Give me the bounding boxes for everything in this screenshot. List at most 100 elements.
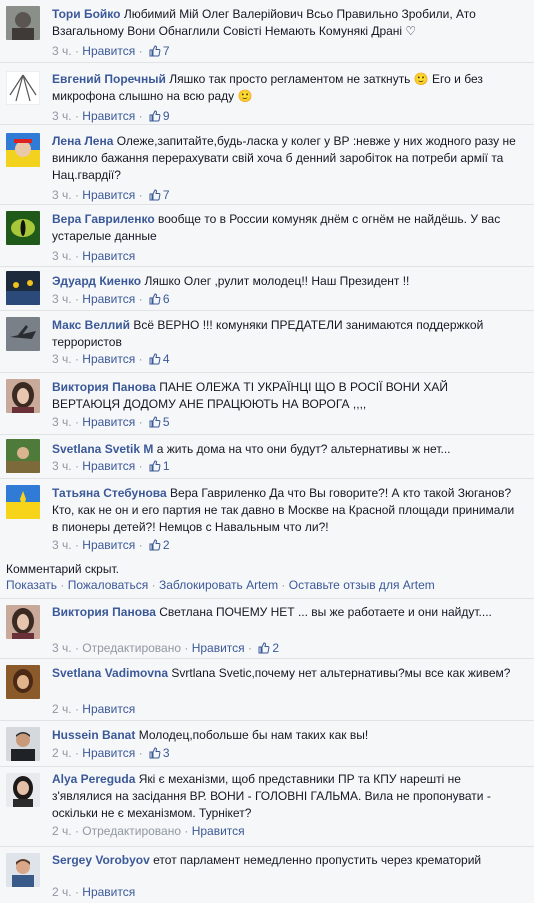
avatar[interactable]	[6, 71, 40, 105]
feedback-link[interactable]: Оставьте отзыв для Artem	[289, 578, 435, 592]
comment-item: Лена Лена Олеже,запитайте,будь-ласка у к…	[0, 124, 534, 204]
meta-separator: ·	[74, 352, 79, 366]
thumbs-up-icon	[149, 45, 161, 57]
report-link[interactable]: Пожаловаться	[68, 578, 149, 592]
thumbs-up-icon	[149, 539, 161, 551]
like-count[interactable]: 4	[163, 352, 170, 366]
avatar[interactable]	[6, 853, 40, 887]
avatar[interactable]	[6, 727, 40, 761]
meta-separator: ·	[74, 702, 79, 716]
comment-author[interactable]: Виктория Панова	[52, 605, 156, 619]
show-hidden-link[interactable]: Показать	[6, 578, 57, 592]
comment-author[interactable]: Alya Pereguda	[52, 772, 135, 786]
like-count[interactable]: 1	[163, 459, 170, 473]
like-button[interactable]: Нравится	[82, 188, 135, 202]
comment-time[interactable]: 3 ч.	[52, 188, 72, 202]
avatar[interactable]	[6, 271, 40, 305]
comment-time[interactable]: 2 ч.	[52, 885, 72, 899]
hidden-comment-actions: Показать · Пожаловаться · Заблокировать …	[6, 578, 435, 592]
like-button[interactable]: Нравится	[82, 885, 135, 899]
meta-separator: ·	[74, 415, 79, 429]
meta-separator: ·	[138, 538, 143, 552]
like-count[interactable]: 5	[163, 415, 170, 429]
comment-meta: 2 ч. · Отредактировано · Нравится	[52, 824, 245, 838]
comment-time[interactable]: 2 ч.	[52, 746, 72, 760]
comment-text: Олеже,запитайте,будь-ласка у колег у ВР …	[52, 134, 516, 182]
comment-author[interactable]: Вера Гавриленко	[52, 212, 155, 226]
comment-author[interactable]: Макс Веллий	[52, 318, 130, 332]
like-count[interactable]: 2	[163, 538, 170, 552]
edited-label[interactable]: Отредактировано	[82, 824, 181, 838]
comment-item: Вера Гавриленко вообще то в России комун…	[0, 204, 534, 266]
like-button[interactable]: Нравится	[82, 415, 135, 429]
comment-meta: 3 ч. · Нравится · 6	[52, 292, 170, 306]
comment-author[interactable]: Тори Бойко	[52, 7, 120, 21]
avatar[interactable]	[6, 485, 40, 519]
avatar[interactable]	[6, 379, 40, 413]
like-count[interactable]: 9	[163, 109, 170, 123]
like-button[interactable]: Нравится	[82, 459, 135, 473]
meta-separator: ·	[74, 44, 79, 58]
like-button[interactable]: Нравится	[192, 824, 245, 838]
like-count[interactable]: 7	[163, 44, 170, 58]
avatar[interactable]	[6, 6, 40, 40]
comment-author[interactable]: Татьяна Стебунова	[52, 486, 167, 500]
comment-time[interactable]: 3 ч.	[52, 249, 72, 263]
comment-time[interactable]: 3 ч.	[52, 641, 72, 655]
like-button[interactable]: Нравится	[82, 44, 135, 58]
like-count[interactable]: 6	[163, 292, 170, 306]
block-user-link[interactable]: Заблокировать Artem	[159, 578, 278, 592]
comment-author[interactable]: Svetlana Svetik M	[52, 442, 153, 456]
edited-label[interactable]: Отредактировано	[82, 641, 181, 655]
comment-time[interactable]: 2 ч.	[52, 702, 72, 716]
comment-meta: 3 ч. · Нравится · 7	[52, 44, 170, 58]
avatar[interactable]	[6, 211, 40, 245]
avatar[interactable]	[6, 665, 40, 699]
comment-author[interactable]: Виктория Панова	[52, 380, 156, 394]
like-button[interactable]: Нравится	[82, 702, 135, 716]
avatar[interactable]	[6, 605, 40, 639]
meta-separator: ·	[138, 44, 143, 58]
like-button[interactable]: Нравится	[82, 746, 135, 760]
comment-meta: 3 ч. · Нравится · 5	[52, 415, 170, 429]
avatar[interactable]	[6, 133, 40, 167]
comment-author[interactable]: Sergey Vorobyov	[52, 853, 150, 867]
comment-item: Svetlana Svetik M а жить дома на что они…	[0, 434, 534, 478]
like-button[interactable]: Нравится	[82, 109, 135, 123]
like-button[interactable]: Нравится	[82, 352, 135, 366]
meta-separator: ·	[138, 746, 143, 760]
comment-time[interactable]: 3 ч.	[52, 415, 72, 429]
like-button[interactable]: Нравится	[82, 249, 135, 263]
comment-author[interactable]: Hussein Banat	[52, 728, 135, 742]
like-count[interactable]: 2	[272, 641, 279, 655]
thumbs-up-icon	[149, 189, 161, 201]
comment-time[interactable]: 3 ч.	[52, 459, 72, 473]
like-count[interactable]: 3	[163, 746, 170, 760]
comment-author[interactable]: Евгений Поречный	[52, 72, 166, 86]
comment-time[interactable]: 2 ч.	[52, 824, 72, 838]
avatar[interactable]	[6, 773, 40, 807]
comment-author[interactable]: Svetlana Vadimovna	[52, 666, 168, 680]
comment-item: Тори Бойко Любимий Мій Олег Валерійович …	[0, 0, 534, 62]
meta-separator: ·	[74, 109, 79, 123]
comment-time[interactable]: 3 ч.	[52, 352, 72, 366]
comment-item: Эдуард Киенко Ляшко Олег ,рулит молодец!…	[0, 266, 534, 310]
avatar[interactable]	[6, 439, 40, 473]
comment-time[interactable]: 3 ч.	[52, 109, 72, 123]
like-button[interactable]: Нравится	[82, 292, 135, 306]
meta-separator: ·	[74, 641, 79, 655]
comment-author[interactable]: Эдуард Киенко	[52, 274, 141, 288]
comment-time[interactable]: 3 ч.	[52, 44, 72, 58]
comment-item: Виктория Панова ПАНЕ ОЛЕЖА ТІ УКРАЇНЦІ Щ…	[0, 372, 534, 434]
comment-meta: 2 ч. · Нравится · 3	[52, 746, 170, 760]
like-count[interactable]: 7	[163, 188, 170, 202]
comment-meta: 3 ч. · Нравится	[52, 249, 135, 263]
like-button[interactable]: Нравится	[82, 538, 135, 552]
comment-author[interactable]: Лена Лена	[52, 134, 113, 148]
meta-separator: ·	[138, 292, 143, 306]
comment-meta: 2 ч. · Нравится	[52, 885, 135, 899]
avatar[interactable]	[6, 317, 40, 351]
comment-time[interactable]: 3 ч.	[52, 538, 72, 552]
like-button[interactable]: Нравится	[192, 641, 245, 655]
comment-time[interactable]: 3 ч.	[52, 292, 72, 306]
